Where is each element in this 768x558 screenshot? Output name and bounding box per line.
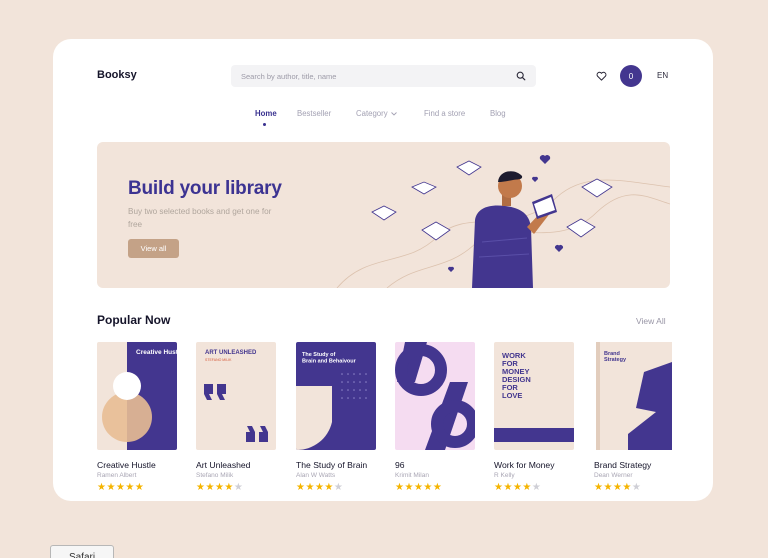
star-filled-icon: ★ [224,482,234,493]
nav-home[interactable]: Home [255,109,277,118]
star-filled-icon: ★ [214,482,225,493]
rating-stars: ★★★★★ [494,482,576,493]
book-card-work-for-money[interactable]: WORK FOR MONEY DESIGN FOR LOVE Work for … [494,342,576,493]
book-cover[interactable]: WORK FOR MONEY DESIGN FOR LOVE [494,342,574,450]
book-author: R Kelly [494,472,515,479]
hero-title: Build your library [128,178,282,199]
star-filled-icon: ★ [413,482,424,493]
star-empty-icon: ★ [531,482,542,493]
nav-find-store[interactable]: Find a store [424,109,465,118]
cart-count: 0 [628,71,634,81]
star-filled-icon: ★ [205,482,215,493]
star-empty-icon: ★ [333,482,344,493]
main-card: Booksy Search by author, title, name 0 E… [53,39,713,501]
book-card-96[interactable]: 96 Krimit Milan ★★★★★ [395,342,477,493]
book-card-study-of-brain[interactable]: The Study of Brain and Behaivour The Stu… [296,342,378,493]
book-title[interactable]: Art Unleashed [196,460,278,470]
star-filled-icon: ★ [134,482,145,493]
cart-button[interactable]: 0 [620,65,642,87]
book-title[interactable]: The Study of Brain [296,460,378,470]
book-cover[interactable]: ART UNLEASHED STEFANO MILIK [196,342,276,450]
rating-stars: ★★★★★ [97,482,179,493]
rating-stars: ★★★★★ [296,482,378,493]
book-author: Stefano Milik [196,472,234,479]
book-cover[interactable]: Creative Hustle [97,342,177,450]
star-filled-icon: ★ [404,482,414,493]
star-filled-icon: ★ [603,482,613,493]
nav-active-indicator [263,123,266,126]
book-author: Krimit Milan [395,472,429,479]
language-selector[interactable]: EN [657,71,668,80]
cover-text: ART UNLEASHED [205,350,257,356]
book-title[interactable]: Work for Money [494,460,576,470]
heart-icon[interactable] [596,71,607,81]
nav-category[interactable]: Category [356,109,397,118]
book-cover[interactable]: Brand Strategy [594,342,674,450]
star-filled-icon: ★ [522,482,532,493]
hero-illustration [336,155,670,288]
book-card-creative-hustle[interactable]: Creative Hustle Creative Hustle Ramen Al… [97,342,179,493]
book-author: Alan W Watts [296,472,336,479]
book-title[interactable]: 96 [395,460,477,470]
book-author: Dean Werner [594,472,633,479]
search-icon[interactable] [516,71,526,81]
view-all-link[interactable]: View All [636,316,666,326]
star-filled-icon: ★ [432,482,443,493]
book-cover[interactable]: The Study of Brain and Behaivour [296,342,376,450]
star-empty-icon: ★ [233,482,244,493]
star-filled-icon: ★ [314,482,325,493]
star-filled-icon: ★ [612,482,623,493]
star-filled-icon: ★ [622,482,632,493]
reader-figure [472,171,557,288]
rating-stars: ★★★★★ [196,482,278,493]
star-filled-icon: ★ [305,482,315,493]
popular-section-title: Popular Now [97,313,171,327]
star-filled-icon: ★ [125,482,135,493]
star-filled-icon: ★ [512,482,523,493]
star-filled-icon: ★ [106,482,116,493]
cover-text: Creative Hustle [136,349,177,356]
star-filled-icon: ★ [115,482,126,493]
book-title[interactable]: Creative Hustle [97,460,179,470]
nav-bestseller[interactable]: Bestseller [297,109,331,118]
hero-subtitle: Buy two selected books and get one for f… [128,207,272,229]
nav-category-label: Category [356,109,388,118]
book-cover[interactable] [395,342,475,450]
hero-view-all-button[interactable]: View all [128,239,179,258]
logo[interactable]: Booksy [97,69,137,81]
book-card-art-unleashed[interactable]: ART UNLEASHED STEFANO MILIK Art Unleashe… [196,342,278,493]
star-filled-icon: ★ [423,482,433,493]
rating-stars: ★★★★★ [395,482,477,493]
star-filled-icon: ★ [324,482,334,493]
browser-tab[interactable]: Safari [50,545,114,558]
star-empty-icon: ★ [631,482,642,493]
nav-blog[interactable]: Blog [490,109,506,118]
book-title[interactable]: Brand Strategy [594,460,676,470]
chevron-down-icon [390,112,397,116]
cover-subtext: STEFANO MILIK [205,358,232,362]
book-card-brand-strategy[interactable]: Brand Strategy Brand Strategy Dean Werne… [594,342,676,493]
main-nav: Home Bestseller Category Find a store Bl… [53,109,713,129]
book-author: Ramen Albert [97,472,137,479]
star-filled-icon: ★ [503,482,513,493]
rating-stars: ★★★★★ [594,482,676,493]
hero-banner: Build your library Buy two selected book… [97,142,670,288]
search-bar[interactable]: Search by author, title, name [231,65,536,87]
search-input[interactable]: Search by author, title, name [241,72,516,81]
